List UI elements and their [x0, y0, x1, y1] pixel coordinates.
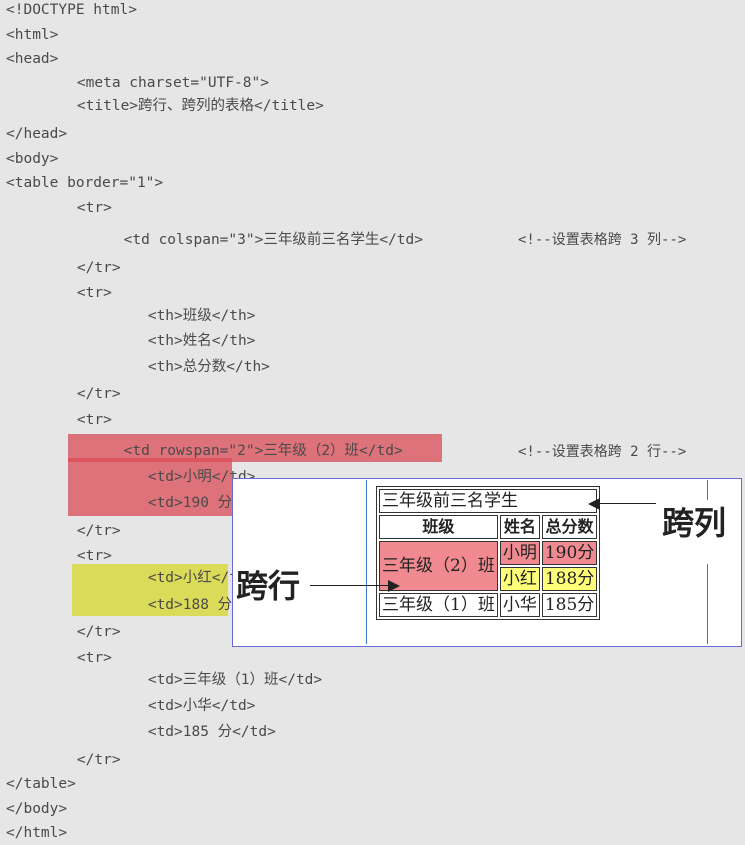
preview-header-score: 总分数: [541, 515, 598, 539]
code-line: <th>总分数</th>: [78, 359, 270, 375]
code-line: <th>班级</th>: [78, 308, 256, 324]
preview-header-class: 班级: [379, 515, 498, 539]
preview-divider-right: [707, 480, 708, 500]
preview-class-cell-1: 三年级（1）班: [379, 593, 498, 617]
colspan-label: 跨列: [662, 504, 727, 542]
code-line: <td>小明</td>: [78, 469, 256, 485]
code-line: <td colspan="3">三年级前三名学生</td>: [80, 232, 423, 248]
code-line: <td>185 分</td>: [78, 724, 276, 740]
code-line: <td>三年级（1）班</td>: [78, 672, 323, 688]
preview-score-cell-190: 190分: [541, 541, 598, 565]
code-line: <td rowspan="2">三年级（2）班</td>: [80, 443, 403, 459]
code-line: </tr>: [42, 523, 121, 539]
code-line: <!DOCTYPE html>: [6, 2, 137, 18]
preview-table: 三年级前三名学生 班级 姓名 总分数 三年级（2）班 小明 190分 小红 18…: [376, 486, 601, 620]
code-line: <tr>: [42, 200, 112, 216]
code-line: </tr>: [42, 752, 121, 768]
rowspan-arrow-head-icon: [388, 580, 400, 592]
preview-caption-cell: 三年级前三名学生: [379, 489, 598, 513]
rowspan-comment: <!--设置表格跨 2 行-->: [518, 444, 687, 460]
code-line: </table>: [6, 776, 76, 792]
preview-name-cell-xiaoming: 小明: [499, 541, 540, 565]
colspan-arrow-head-icon: [588, 498, 600, 510]
code-line: </tr>: [42, 260, 121, 276]
code-line: <title>跨行、跨列的表格</title>: [42, 98, 324, 114]
code-line: <table border="1">: [6, 175, 164, 191]
code-line: <tr>: [42, 412, 112, 428]
code-line: <th>姓名</th>: [78, 333, 256, 349]
code-line: <body>: [6, 151, 59, 167]
rowspan-arrow-line: [310, 585, 390, 586]
code-line: </tr>: [42, 624, 121, 640]
preview-name-cell-xiaohua: 小华: [499, 593, 540, 617]
preview-score-cell-185: 185分: [541, 593, 598, 617]
code-line: <tr>: [42, 285, 112, 301]
preview-divider-left: [366, 480, 367, 644]
rowspan-label: 跨行: [236, 567, 301, 605]
code-line: <meta charset="UTF-8">: [42, 75, 269, 91]
code-line: <tr>: [42, 548, 112, 564]
preview-name-cell-xiaohong: 小红: [499, 567, 540, 591]
code-line: <head>: [6, 51, 59, 67]
preview-divider-right-lower: [707, 564, 708, 644]
code-line: </body>: [6, 801, 68, 817]
preview-score-cell-188: 188分: [541, 567, 598, 591]
preview-header-name: 姓名: [499, 515, 540, 539]
colspan-arrow-line: [598, 503, 656, 504]
code-line: </head>: [6, 126, 68, 142]
code-line: </html>: [6, 825, 68, 841]
code-line: <td>小红</td>: [78, 570, 256, 586]
code-line: </tr>: [42, 386, 121, 402]
code-line: <html>: [6, 27, 59, 43]
colspan-comment: <!--设置表格跨 3 列-->: [518, 232, 687, 248]
code-line: <td>小华</td>: [78, 698, 256, 714]
code-line: <tr>: [42, 650, 112, 666]
